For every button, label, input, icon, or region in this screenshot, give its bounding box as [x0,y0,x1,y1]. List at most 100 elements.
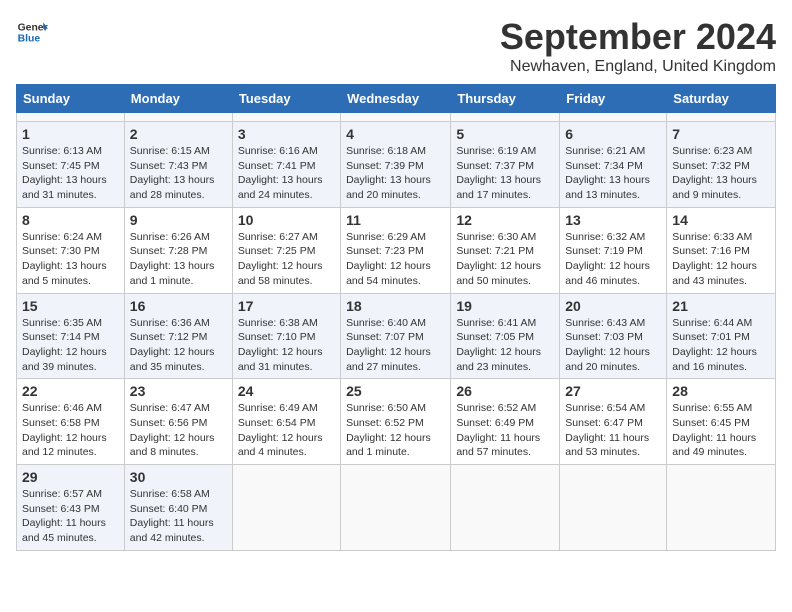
day-number: 8 [22,212,119,228]
day-number: 4 [346,126,445,142]
day-info: Sunrise: 6:23 AM Sunset: 7:32 PM Dayligh… [672,144,770,203]
day-info: Sunrise: 6:33 AM Sunset: 7:16 PM Dayligh… [672,230,770,289]
day-info: Sunrise: 6:27 AM Sunset: 7:25 PM Dayligh… [238,230,335,289]
day-number: 21 [672,298,770,314]
calendar-cell: 18 Sunrise: 6:40 AM Sunset: 7:07 PM Dayli… [341,293,451,379]
calendar-cell: 25 Sunrise: 6:50 AM Sunset: 6:52 PM Dayli… [341,379,451,465]
column-header-monday: Monday [124,85,232,113]
calendar-cell [560,113,667,122]
day-number: 26 [456,383,554,399]
day-number: 17 [238,298,335,314]
calendar-cell: 21Sunrise: 6:44 AM Sunset: 7:01 PM Dayli… [667,293,776,379]
day-info: Sunrise: 6:47 AM Sunset: 6:56 PM Dayligh… [130,401,227,460]
day-number: 24 [238,383,335,399]
calendar-cell [232,465,340,551]
calendar-header-row: SundayMondayTuesdayWednesdayThursdayFrid… [17,85,776,113]
day-number: 16 [130,298,227,314]
column-header-sunday: Sunday [17,85,125,113]
day-number: 18 [346,298,445,314]
day-info: Sunrise: 6:26 AM Sunset: 7:28 PM Dayligh… [130,230,227,289]
calendar-cell: 2 Sunrise: 6:15 AM Sunset: 7:43 PM Daylig… [124,122,232,208]
calendar-cell [560,465,667,551]
day-number: 27 [565,383,661,399]
calendar-cell: 26Sunrise: 6:52 AM Sunset: 6:49 PM Dayli… [451,379,560,465]
calendar-cell: 28Sunrise: 6:55 AM Sunset: 6:45 PM Dayli… [667,379,776,465]
column-header-saturday: Saturday [667,85,776,113]
day-number: 22 [22,383,119,399]
column-header-friday: Friday [560,85,667,113]
calendar-cell [124,113,232,122]
day-info: Sunrise: 6:15 AM Sunset: 7:43 PM Dayligh… [130,144,227,203]
calendar-cell [232,113,340,122]
day-info: Sunrise: 6:38 AM Sunset: 7:10 PM Dayligh… [238,316,335,375]
calendar-week-row: 29 Sunrise: 6:57 AM Sunset: 6:43 PM Dayli… [17,465,776,551]
day-info: Sunrise: 6:57 AM Sunset: 6:43 PM Dayligh… [22,487,119,546]
day-number: 29 [22,469,119,485]
calendar-week-row: 8 Sunrise: 6:24 AM Sunset: 7:30 PM Daylig… [17,207,776,293]
day-info: Sunrise: 6:30 AM Sunset: 7:21 PM Dayligh… [456,230,554,289]
calendar-week-row: 22Sunrise: 6:46 AM Sunset: 6:58 PM Dayli… [17,379,776,465]
day-number: 19 [456,298,554,314]
day-info: Sunrise: 6:24 AM Sunset: 7:30 PM Dayligh… [22,230,119,289]
day-info: Sunrise: 6:35 AM Sunset: 7:14 PM Dayligh… [22,316,119,375]
location-title: Newhaven, England, United Kingdom [500,58,776,76]
calendar-week-row: 1 Sunrise: 6:13 AM Sunset: 7:45 PM Daylig… [17,122,776,208]
calendar-cell: 15 Sunrise: 6:35 AM Sunset: 7:14 PM Dayli… [17,293,125,379]
calendar-table: SundayMondayTuesdayWednesdayThursdayFrid… [16,84,776,551]
day-number: 6 [565,126,661,142]
day-info: Sunrise: 6:54 AM Sunset: 6:47 PM Dayligh… [565,401,661,460]
calendar-cell: 11Sunrise: 6:29 AM Sunset: 7:23 PM Dayli… [341,207,451,293]
calendar-cell: 29 Sunrise: 6:57 AM Sunset: 6:43 PM Dayli… [17,465,125,551]
day-number: 13 [565,212,661,228]
day-info: Sunrise: 6:32 AM Sunset: 7:19 PM Dayligh… [565,230,661,289]
day-number: 28 [672,383,770,399]
day-number: 9 [130,212,227,228]
logo: General Blue [16,16,48,48]
calendar-cell [667,465,776,551]
calendar-cell: 17 Sunrise: 6:38 AM Sunset: 7:10 PM Dayli… [232,293,340,379]
calendar-cell [17,113,125,122]
calendar-cell: 3Sunrise: 6:16 AM Sunset: 7:41 PM Daylig… [232,122,340,208]
day-number: 30 [130,469,227,485]
day-info: Sunrise: 6:19 AM Sunset: 7:37 PM Dayligh… [456,144,554,203]
day-info: Sunrise: 6:40 AM Sunset: 7:07 PM Dayligh… [346,316,445,375]
calendar-cell: 13 Sunrise: 6:32 AM Sunset: 7:19 PM Dayli… [560,207,667,293]
day-info: Sunrise: 6:18 AM Sunset: 7:39 PM Dayligh… [346,144,445,203]
day-info: Sunrise: 6:29 AM Sunset: 7:23 PM Dayligh… [346,230,445,289]
day-info: Sunrise: 6:36 AM Sunset: 7:12 PM Dayligh… [130,316,227,375]
day-number: 2 [130,126,227,142]
calendar-cell: 23 Sunrise: 6:47 AM Sunset: 6:56 PM Dayli… [124,379,232,465]
calendar-cell [667,113,776,122]
calendar-week-row [17,113,776,122]
calendar-cell: 14 Sunrise: 6:33 AM Sunset: 7:16 PM Dayli… [667,207,776,293]
calendar-cell: 16 Sunrise: 6:36 AM Sunset: 7:12 PM Dayli… [124,293,232,379]
calendar-cell: 8 Sunrise: 6:24 AM Sunset: 7:30 PM Daylig… [17,207,125,293]
day-info: Sunrise: 6:13 AM Sunset: 7:45 PM Dayligh… [22,144,119,203]
svg-text:Blue: Blue [18,34,41,45]
month-title: September 2024 [500,16,776,58]
day-number: 15 [22,298,119,314]
calendar-cell: 10Sunrise: 6:27 AM Sunset: 7:25 PM Dayli… [232,207,340,293]
calendar-cell: 19Sunrise: 6:41 AM Sunset: 7:05 PM Dayli… [451,293,560,379]
calendar-cell: 30Sunrise: 6:58 AM Sunset: 6:40 PM Dayli… [124,465,232,551]
calendar-cell [451,465,560,551]
calendar-cell: 22Sunrise: 6:46 AM Sunset: 6:58 PM Dayli… [17,379,125,465]
day-info: Sunrise: 6:16 AM Sunset: 7:41 PM Dayligh… [238,144,335,203]
day-info: Sunrise: 6:43 AM Sunset: 7:03 PM Dayligh… [565,316,661,375]
day-info: Sunrise: 6:49 AM Sunset: 6:54 PM Dayligh… [238,401,335,460]
day-number: 14 [672,212,770,228]
day-number: 5 [456,126,554,142]
calendar-cell: 24 Sunrise: 6:49 AM Sunset: 6:54 PM Dayli… [232,379,340,465]
calendar-cell [341,113,451,122]
day-info: Sunrise: 6:50 AM Sunset: 6:52 PM Dayligh… [346,401,445,460]
day-number: 25 [346,383,445,399]
column-header-tuesday: Tuesday [232,85,340,113]
day-number: 23 [130,383,227,399]
calendar-body: 1 Sunrise: 6:13 AM Sunset: 7:45 PM Daylig… [17,113,776,551]
calendar-cell: 6Sunrise: 6:21 AM Sunset: 7:34 PM Daylig… [560,122,667,208]
calendar-cell: 27 Sunrise: 6:54 AM Sunset: 6:47 PM Dayli… [560,379,667,465]
calendar-cell: 4 Sunrise: 6:18 AM Sunset: 7:39 PM Daylig… [341,122,451,208]
day-number: 7 [672,126,770,142]
day-number: 1 [22,126,119,142]
calendar-cell: 7 Sunrise: 6:23 AM Sunset: 7:32 PM Daylig… [667,122,776,208]
